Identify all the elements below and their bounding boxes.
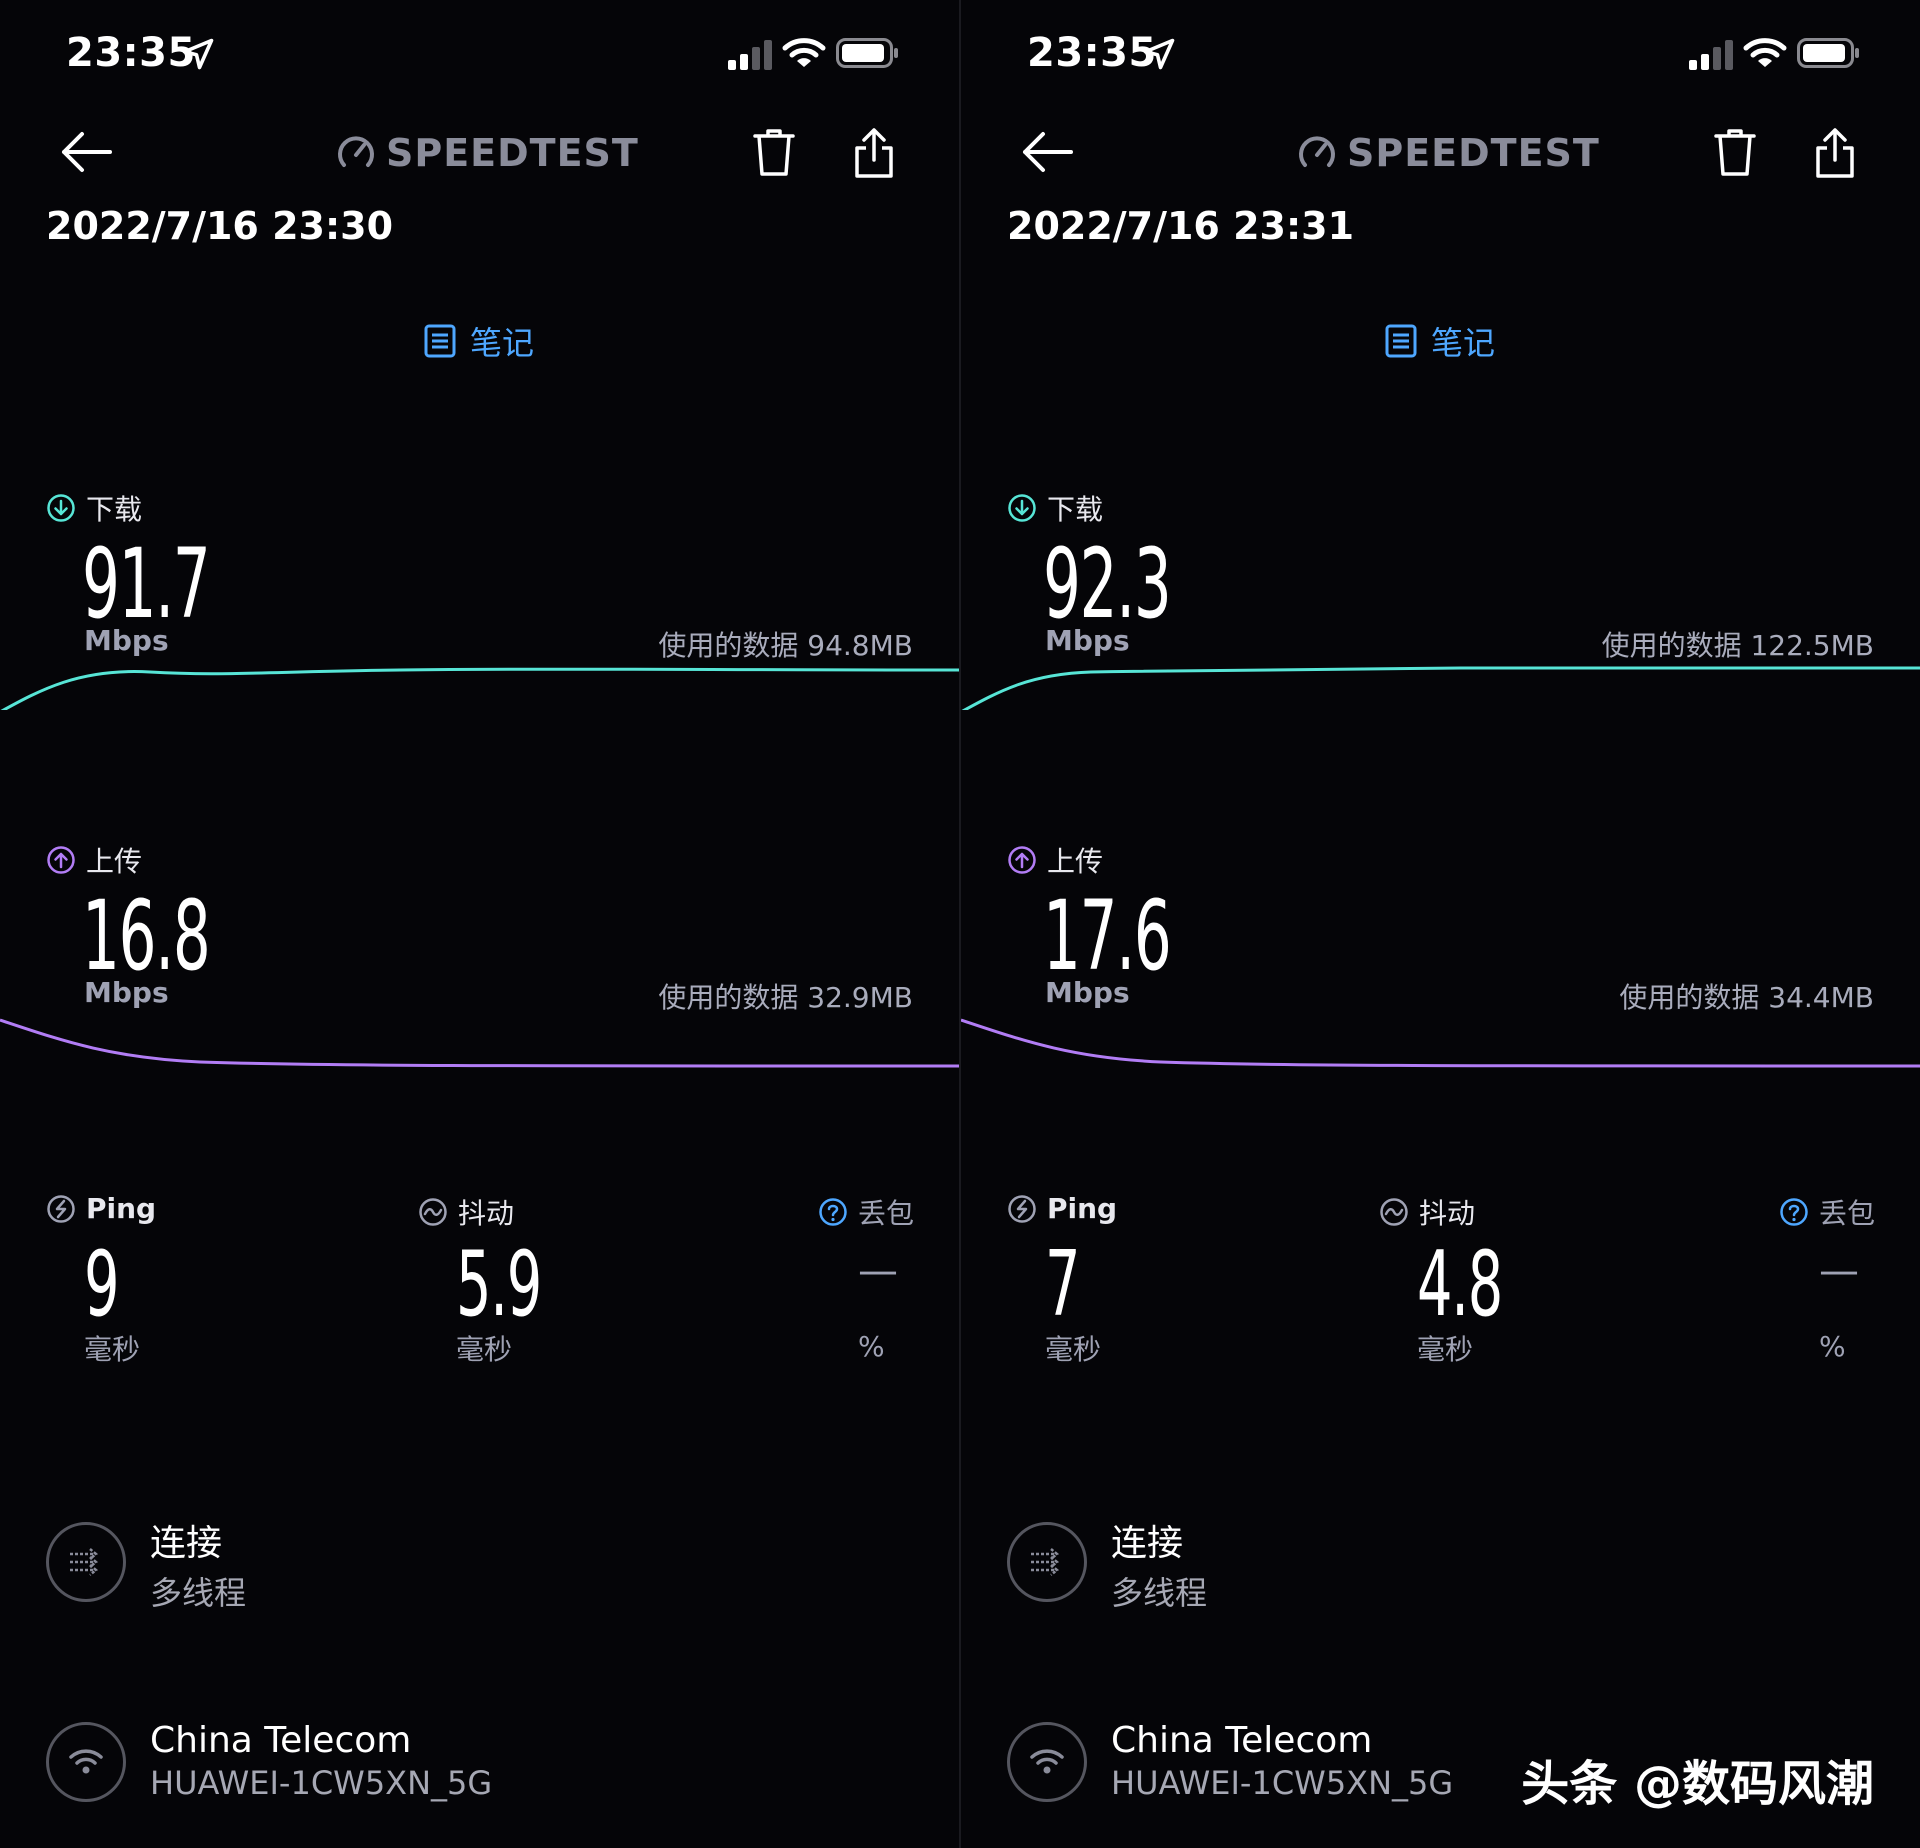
speedometer-icon [1299, 136, 1335, 167]
watermark-text: 头条 @数码风潮 [1521, 1756, 1874, 1812]
upload-label-row: 上传 [46, 840, 142, 880]
connection-title: 连接 [1111, 1523, 1184, 1564]
ping-icon [1008, 1194, 1036, 1223]
network-provider: China Telecom [1111, 1720, 1373, 1761]
upload-unit: Mbps [1045, 976, 1130, 1009]
share-icon[interactable] [1813, 126, 1857, 180]
packet-loss-value: — [858, 1248, 898, 1294]
ping-value: 9 [84, 1232, 120, 1337]
share-icon[interactable] [852, 126, 896, 180]
jitter-label-row: 抖动 [418, 1192, 514, 1232]
upload-speed-line [961, 1018, 1920, 1068]
jitter-label-row: 抖动 [1379, 1192, 1475, 1232]
upload-label: 上传 [1047, 845, 1104, 878]
ping-unit: 毫秒 [84, 1333, 141, 1366]
ping-icon [47, 1194, 75, 1223]
packet-loss-value: — [1819, 1248, 1859, 1294]
notes-button[interactable]: 笔记 [424, 318, 534, 364]
status-time: 23:35 [66, 30, 196, 76]
connection-title: 连接 [150, 1523, 223, 1564]
cell-signal-icon [1689, 40, 1733, 70]
packet-loss-label: 丢包 [858, 1197, 915, 1230]
jitter-unit: 毫秒 [456, 1333, 513, 1366]
network-ssid: HUAWEI-1CW5XN_5G [1111, 1764, 1454, 1802]
brand-text: SPEEDTEST [1347, 131, 1600, 175]
download-icon [1008, 494, 1036, 522]
download-speed-line [961, 666, 1920, 710]
upload-icon [47, 846, 75, 874]
wifi-network-icon [1030, 1749, 1064, 1774]
trash-icon[interactable] [752, 128, 796, 178]
back-arrow-icon[interactable] [1019, 128, 1075, 176]
wifi-network-icon [69, 1749, 103, 1774]
packet-loss-label: 丢包 [1819, 1197, 1876, 1230]
test-datetime: 2022/7/16 23:31 [1007, 204, 1355, 248]
ping-label: Ping [1047, 1192, 1118, 1225]
download-label: 下载 [1047, 493, 1104, 526]
speedtest-logo: SPEEDTEST [1297, 130, 1600, 176]
connections-icon-wrap [46, 1522, 126, 1602]
download-label: 下载 [86, 493, 143, 526]
network-ssid: HUAWEI-1CW5XN_5G [150, 1764, 493, 1802]
brand-text: SPEEDTEST [386, 131, 639, 175]
battery-icon [1797, 38, 1859, 68]
help-question-icon[interactable] [1779, 1197, 1809, 1227]
wifi-status-icon [782, 38, 826, 67]
jitter-value: 4.8 [1417, 1232, 1503, 1337]
ping-unit: 毫秒 [1045, 1333, 1102, 1366]
back-arrow-icon[interactable] [58, 128, 114, 176]
jitter-label: 抖动 [458, 1197, 515, 1230]
speedtest-logo: SPEEDTEST [336, 130, 639, 176]
upload-label: 上传 [86, 845, 143, 878]
jitter-unit: 毫秒 [1417, 1333, 1474, 1366]
upload-label-row: 上传 [1007, 840, 1103, 880]
network-icon-wrap [1007, 1722, 1087, 1802]
download-icon [47, 494, 75, 522]
notes-icon [1385, 324, 1417, 358]
status-time: 23:35 [1027, 30, 1157, 76]
wifi-status-icon [1743, 38, 1787, 67]
download-label-row: 下载 [46, 488, 142, 528]
jitter-icon [419, 1198, 447, 1226]
battery-icon [836, 38, 898, 68]
notes-label: 笔记 [1431, 324, 1496, 362]
packet-loss-unit: % [1819, 1330, 1846, 1363]
network-icon-wrap [46, 1722, 126, 1802]
location-arrow-icon [1143, 38, 1175, 70]
packet-loss-label-row: 丢包 [818, 1192, 914, 1232]
ping-value: 7 [1045, 1232, 1081, 1337]
location-arrow-icon [182, 38, 214, 70]
download-speed-line [0, 667, 959, 710]
network-provider: China Telecom [150, 1720, 412, 1761]
speedometer-icon [338, 136, 374, 167]
help-question-icon[interactable] [818, 1197, 848, 1227]
upload-speed-line [0, 1018, 959, 1068]
notes-label: 笔记 [470, 324, 535, 362]
trash-icon[interactable] [1713, 128, 1757, 178]
packet-loss-unit: % [858, 1330, 885, 1363]
connections-icon-wrap [1007, 1522, 1087, 1602]
cell-signal-icon [728, 40, 772, 70]
jitter-icon [1380, 1198, 1408, 1226]
download-label-row: 下载 [1007, 488, 1103, 528]
test-datetime: 2022/7/16 23:30 [46, 204, 394, 248]
ping-label-row: Ping [46, 1192, 156, 1225]
screenshot-root: 23:35 SPEEDTEST 2022/7/16 23:30 笔记 下载 91… [0, 0, 1920, 1848]
multi-connection-icon [1031, 1548, 1059, 1576]
connection-subtitle: 多线程 [150, 1574, 247, 1612]
connection-subtitle: 多线程 [1111, 1574, 1208, 1612]
upload-unit: Mbps [84, 976, 169, 1009]
phone-screen-right: 23:35 SPEEDTEST 2022/7/16 23:31 笔记 下载 92… [961, 0, 1920, 1848]
jitter-label: 抖动 [1419, 1197, 1476, 1230]
phone-screen-left: 23:35 SPEEDTEST 2022/7/16 23:30 笔记 下载 91… [0, 0, 959, 1848]
upload-icon [1008, 846, 1036, 874]
notes-button[interactable]: 笔记 [1385, 318, 1495, 364]
ping-label: Ping [86, 1192, 157, 1225]
jitter-value: 5.9 [456, 1232, 542, 1337]
ping-label-row: Ping [1007, 1192, 1117, 1225]
notes-icon [424, 324, 456, 358]
packet-loss-label-row: 丢包 [1779, 1192, 1875, 1232]
multi-connection-icon [70, 1548, 98, 1576]
